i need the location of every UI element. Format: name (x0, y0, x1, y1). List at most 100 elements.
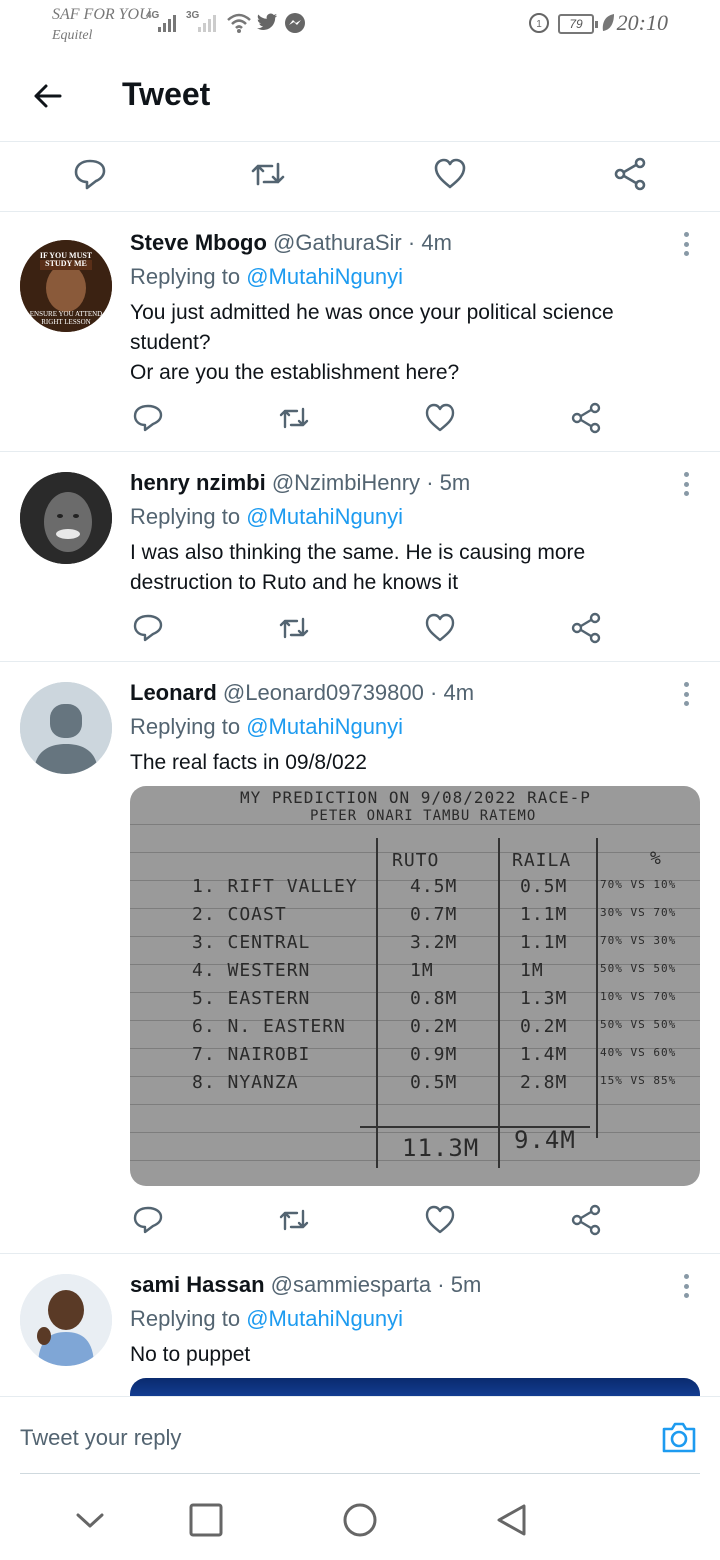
page-title: Tweet (122, 76, 211, 112)
photo-row-pct: 10% VS 70% (600, 990, 677, 1003)
retweet-icon[interactable] (250, 156, 286, 192)
photo-row-ruto: 1M (410, 960, 434, 981)
tweet-text-line: Or are you the establishment here? (130, 361, 460, 384)
avatar-image (20, 472, 112, 564)
share-icon[interactable] (568, 400, 604, 436)
photo-row-region: 5. EASTERN (192, 988, 311, 1009)
author-name[interactable]: Steve Mbogo (130, 230, 267, 255)
photo-row-pct: 40% VS 60% (600, 1046, 677, 1059)
avatar[interactable]: IF YOU MUST STUDY ME ENSURE YOU ATTEND R… (20, 240, 112, 332)
reply-meta: Leonard @Leonard09739800 · 4m (130, 678, 690, 708)
camera-icon[interactable] (660, 1419, 698, 1455)
tweet-text-line: No to puppet (130, 1343, 251, 1366)
reply-icon[interactable] (72, 156, 108, 192)
mention-link[interactable]: @MutahiNgunyi (246, 1306, 403, 1331)
retweet-icon[interactable] (276, 1202, 312, 1238)
photo-row-pct: 70% VS 30% (600, 934, 677, 947)
replying-prefix: Replying to (130, 504, 241, 529)
heart-icon[interactable] (432, 156, 468, 192)
photo-row-pct: 70% VS 10% (600, 878, 677, 891)
author-name[interactable]: Leonard (130, 680, 217, 705)
photo-row-pct: 50% VS 50% (600, 1018, 677, 1031)
heart-icon[interactable] (422, 1202, 458, 1238)
photo-row-raila: 1.1M (520, 932, 568, 953)
author-name[interactable]: sami Hassan (130, 1272, 265, 1297)
author-handle: @Leonard09739800 (222, 680, 424, 705)
reply-actions (130, 400, 610, 436)
top-app-bar: Tweet (0, 52, 720, 142)
share-icon[interactable] (568, 1202, 604, 1238)
main-tweet-actions (0, 142, 720, 212)
timestamp: 5m (439, 470, 471, 495)
replying-prefix: Replying to (130, 264, 241, 289)
photo-subtitle: PETER ONARI TAMBU RATEMO (310, 808, 537, 824)
reply-input[interactable]: Tweet your reply (20, 1425, 181, 1451)
reply-actions (130, 610, 610, 646)
reply-tweet[interactable]: Leonard @Leonard09739800 · 4m Replying t… (0, 662, 720, 1254)
signal-icon (158, 14, 176, 32)
replying-prefix: Replying to (130, 1306, 241, 1331)
tweet-photo[interactable]: MY PREDICTION ON 9/08/2022 RACE-P PETER … (130, 786, 700, 1186)
photo-row-raila: 0.2M (520, 1016, 568, 1037)
mention-link[interactable]: @MutahiNgunyi (246, 504, 403, 529)
mention-link[interactable]: @MutahiNgunyi (246, 264, 403, 289)
replying-to: Replying to @MutahiNgunyi (130, 1304, 690, 1334)
svg-text:RIGHT LESSON: RIGHT LESSON (41, 318, 90, 326)
photo-col-pct: % (650, 848, 662, 869)
reply-icon[interactable] (130, 610, 166, 646)
replying-to: Replying to @MutahiNgunyi (130, 262, 690, 292)
reply-tweet[interactable]: sami Hassan @sammiesparta · 5m Replying … (0, 1254, 720, 1408)
reply-meta: sami Hassan @sammiesparta · 5m (130, 1270, 690, 1300)
tweet-text-line: You just admitted he was once your polit… (130, 301, 614, 354)
photo-row-region: 7. NAIROBI (192, 1044, 311, 1065)
photo-row-raila: 1.4M (520, 1044, 568, 1065)
avatar-image (20, 1274, 112, 1366)
mention-link[interactable]: @MutahiNgunyi (246, 714, 403, 739)
wifi-icon (227, 13, 251, 33)
retweet-icon[interactable] (276, 400, 312, 436)
reply-content: sami Hassan @sammiesparta · 5m Replying … (130, 1270, 690, 1370)
avatar-image: IF YOU MUST STUDY ME ENSURE YOU ATTEND R… (20, 240, 112, 332)
signal-icon-secondary (198, 14, 216, 32)
timestamp: 5m (450, 1272, 482, 1297)
replying-prefix: Replying to (130, 714, 241, 739)
separator-dot: · (426, 470, 434, 495)
svg-text:1: 1 (536, 19, 542, 30)
tweet-text: I was also thinking the same. He is caus… (130, 538, 690, 598)
photo-col-raila: RAILA (512, 850, 572, 871)
retweet-icon[interactable] (276, 610, 312, 646)
timestamp: 4m (421, 230, 452, 255)
messenger-icon (285, 13, 305, 33)
avatar[interactable] (20, 682, 112, 774)
reply-icon[interactable] (130, 1202, 166, 1238)
photo-row-raila: 2.8M (520, 1072, 568, 1093)
recents-icon[interactable] (188, 1502, 224, 1538)
author-name[interactable]: henry nzimbi (130, 470, 266, 495)
replying-to: Replying to @MutahiNgunyi (130, 502, 690, 532)
reply-meta: Steve Mbogo @GathuraSir · 4m (130, 228, 690, 258)
avatar[interactable] (20, 1274, 112, 1366)
heart-icon[interactable] (422, 610, 458, 646)
tweet-text-line: I was also thinking the same. He is caus… (130, 541, 586, 594)
reply-tweet[interactable]: IF YOU MUST STUDY ME ENSURE YOU ATTEND R… (0, 212, 720, 452)
back-icon[interactable] (494, 1502, 530, 1538)
back-arrow-icon[interactable] (30, 78, 66, 114)
photo-row-raila: 0.5M (520, 876, 568, 897)
share-icon[interactable] (568, 610, 604, 646)
photo-row-region: 1. RIFT VALLEY (192, 876, 358, 897)
photo-row-region: 3. CENTRAL (192, 932, 311, 953)
heart-icon[interactable] (422, 400, 458, 436)
svg-text:STUDY ME: STUDY ME (45, 259, 87, 268)
avatar[interactable] (20, 472, 112, 564)
share-icon[interactable] (612, 156, 648, 192)
home-icon[interactable] (342, 1502, 378, 1538)
photo-row-ruto: 0.5M (410, 1072, 458, 1093)
photo-row-raila: 1M (520, 960, 544, 981)
tweet-text: The real facts in 09/8/022 (130, 748, 690, 778)
separator-dot: · (407, 230, 416, 255)
tweet-text: No to puppet (130, 1340, 690, 1370)
battery-indicator: 79 (558, 14, 598, 34)
chevron-down-icon[interactable] (72, 1502, 108, 1538)
reply-icon[interactable] (130, 400, 166, 436)
reply-tweet[interactable]: henry nzimbi @NzimbiHenry · 5m Replying … (0, 452, 720, 662)
